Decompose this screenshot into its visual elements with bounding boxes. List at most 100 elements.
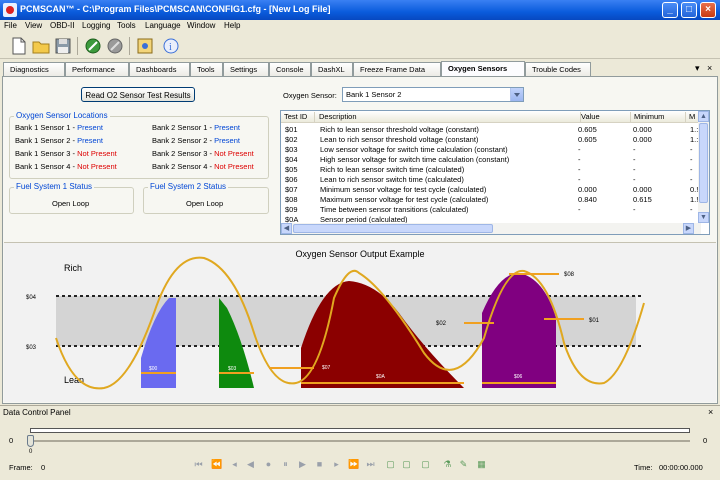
tab-strip: Diagnostics Performance Dashboards Tools… bbox=[0, 61, 720, 76]
table-row[interactable]: $04 High sensor voltage for switch time c… bbox=[281, 155, 701, 165]
menu-help[interactable]: Help bbox=[224, 21, 240, 30]
frame-slider-thumb[interactable] bbox=[27, 435, 34, 447]
table-cell: - bbox=[633, 175, 636, 184]
tab-trouble-codes[interactable]: Trouble Codes bbox=[525, 62, 591, 76]
tab-dashboards[interactable]: Dashboards bbox=[129, 62, 190, 76]
horizontal-scroll-thumb[interactable] bbox=[293, 224, 493, 233]
table-cell: - bbox=[578, 155, 581, 164]
chevron-down-icon[interactable] bbox=[510, 88, 523, 101]
tab-dashxl[interactable]: DashXL bbox=[311, 62, 353, 76]
table-row[interactable]: $03 Low sensor voltage for switch time ca… bbox=[281, 145, 701, 155]
tab-menu-icon[interactable]: ▾ bbox=[695, 63, 700, 74]
table-row[interactable]: $05 Rich to lean sensor switch time (calc… bbox=[281, 165, 701, 175]
menu-tools[interactable]: Tools bbox=[117, 21, 136, 30]
frame-slider-track[interactable] bbox=[30, 440, 690, 442]
tab-diagnostics[interactable]: Diagnostics bbox=[3, 62, 65, 76]
forward-icon[interactable]: ▸ bbox=[331, 459, 342, 470]
marker-label-03: $03 bbox=[228, 366, 237, 372]
save-log-icon[interactable]: ▢ bbox=[420, 459, 431, 470]
table-cell: - bbox=[633, 165, 636, 174]
scroll-right-icon[interactable]: ▶ bbox=[683, 223, 694, 234]
connect-icon[interactable] bbox=[83, 36, 103, 56]
tab-tools[interactable]: Tools bbox=[190, 62, 223, 76]
filter-icon[interactable]: ⚗ bbox=[442, 459, 453, 470]
marker-label-0a: $0A bbox=[376, 374, 386, 380]
chart-svg: Oxygen Sensor Output Example Rich Lean $… bbox=[26, 249, 645, 390]
tag-icon[interactable]: ✎ bbox=[458, 459, 469, 470]
column-header-minimum[interactable]: Minimum bbox=[631, 112, 686, 122]
scroll-left-icon[interactable]: ◀ bbox=[281, 223, 292, 234]
table-row[interactable]: $08 Maximum sensor voltage for test cycle… bbox=[281, 195, 701, 205]
progress-track bbox=[30, 428, 690, 433]
table-row[interactable]: $09 Time between sensor transitions (calc… bbox=[281, 205, 701, 215]
close-button[interactable]: × bbox=[700, 2, 716, 18]
back-icon[interactable]: ◀ bbox=[245, 459, 256, 470]
open-folder-icon[interactable] bbox=[31, 36, 51, 56]
tab-console[interactable]: Console bbox=[269, 62, 311, 76]
table-cell: - bbox=[578, 145, 581, 154]
vertical-scroll-thumb[interactable] bbox=[699, 123, 708, 203]
menu-window[interactable]: Window bbox=[187, 21, 215, 30]
close-icon[interactable]: × bbox=[708, 407, 713, 417]
menu-file[interactable]: File bbox=[4, 21, 17, 30]
table-horizontal-scrollbar[interactable]: ◀ ▶ bbox=[281, 223, 701, 234]
last-icon[interactable]: ⏭ bbox=[365, 459, 376, 470]
table-cell: $02 bbox=[285, 135, 298, 144]
record-icon[interactable]: ● bbox=[263, 459, 274, 470]
table-cell: $09 bbox=[285, 205, 298, 214]
fuel-system-1-value: Open Loop bbox=[52, 199, 90, 208]
column-header-description[interactable]: Description bbox=[316, 112, 581, 122]
sensor-name: Bank 1 Sensor 2 bbox=[15, 136, 71, 145]
read-o2-test-results-button[interactable]: Read O2 Sensor Test Results bbox=[81, 87, 195, 102]
table-cell: - bbox=[578, 175, 581, 184]
table-row[interactable]: $02 Lean to rich sensor threshold voltage… bbox=[281, 135, 701, 145]
table-cell: - bbox=[690, 145, 693, 154]
table-cell: 0.000 bbox=[578, 185, 597, 194]
fast-forward-icon[interactable]: ⏩ bbox=[348, 459, 359, 470]
fuel-system-1-title: Fuel System 1 Status bbox=[14, 182, 95, 191]
sensor-name: Bank 2 Sensor 2 bbox=[152, 136, 208, 145]
table-row[interactable]: $01 Rich to lean sensor threshold voltage… bbox=[281, 125, 701, 135]
column-header-test-id[interactable]: Test ID bbox=[281, 112, 315, 122]
first-icon[interactable]: ⏮ bbox=[193, 459, 204, 470]
table-cell: $07 bbox=[285, 185, 298, 194]
step-back-icon[interactable]: ◂ bbox=[229, 459, 240, 470]
prev-fast-icon[interactable]: ⏪ bbox=[211, 459, 222, 470]
grid-icon[interactable]: ▦ bbox=[476, 459, 487, 470]
menu-obd2[interactable]: OBD-II bbox=[50, 21, 74, 30]
settings-icon[interactable] bbox=[135, 36, 155, 56]
tab-oxygen-sensors[interactable]: Oxygen Sensors bbox=[441, 61, 525, 76]
stop-icon[interactable]: ■ bbox=[314, 459, 325, 470]
tab-settings[interactable]: Settings bbox=[223, 62, 269, 76]
oxygen-sensor-select[interactable]: Bank 1 Sensor 2 bbox=[342, 87, 524, 102]
minimize-button[interactable]: _ bbox=[662, 2, 678, 18]
oxygen-sensor-output-example: Oxygen Sensor Output Example Rich Lean $… bbox=[4, 242, 716, 402]
new-log-icon[interactable]: ▢ bbox=[385, 459, 396, 470]
table-row[interactable]: $06 Lean to rich sensor switch time (calc… bbox=[281, 175, 701, 185]
table-cell: Low sensor voltage for switch time calcu… bbox=[320, 145, 508, 154]
pause-icon[interactable]: ⏸ bbox=[280, 459, 291, 470]
tab-freeze-frame-data[interactable]: Freeze Frame Data bbox=[353, 62, 441, 76]
about-icon[interactable]: i bbox=[161, 36, 181, 56]
open-log-icon[interactable]: ▢ bbox=[401, 459, 412, 470]
oxygen-sensor-select-value: Bank 1 Sensor 2 bbox=[346, 90, 402, 99]
tab-performance[interactable]: Performance bbox=[65, 62, 129, 76]
sensor-status: Present bbox=[77, 123, 103, 132]
table-vertical-scrollbar[interactable]: ▲ ▼ bbox=[698, 111, 709, 223]
new-file-icon[interactable] bbox=[9, 36, 29, 56]
table-row[interactable]: $07 Minimum sensor voltage for test cycle… bbox=[281, 185, 701, 195]
tab-close-icon[interactable]: × bbox=[707, 63, 712, 73]
table-cell: Lean to rich sensor threshold voltage (c… bbox=[320, 135, 479, 144]
column-header-value[interactable]: Value bbox=[578, 112, 631, 122]
scroll-down-icon[interactable]: ▼ bbox=[698, 212, 709, 223]
slider-max-label: 0 bbox=[703, 436, 708, 445]
menu-logging[interactable]: Logging bbox=[82, 21, 110, 30]
disconnect-icon[interactable] bbox=[105, 36, 125, 56]
maximize-button[interactable]: □ bbox=[681, 2, 697, 18]
scroll-up-icon[interactable]: ▲ bbox=[698, 111, 709, 122]
save-disk-icon[interactable] bbox=[53, 36, 73, 56]
menu-language[interactable]: Language bbox=[145, 21, 181, 30]
table-cell: 0.000 bbox=[633, 135, 652, 144]
play-icon[interactable]: ▶ bbox=[297, 459, 308, 470]
menu-view[interactable]: View bbox=[25, 21, 42, 30]
